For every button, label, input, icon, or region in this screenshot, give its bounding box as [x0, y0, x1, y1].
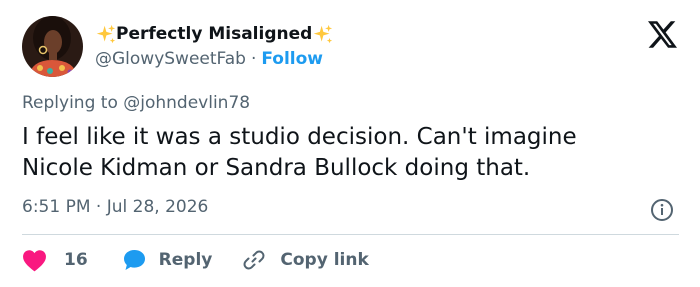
tweet-timestamp[interactable]: 6:51 PM · Jul 28, 2026: [22, 197, 208, 217]
author-display-name: Perfectly Misaligned: [116, 24, 313, 44]
author-name-row[interactable]: Perfectly Misaligned: [95, 22, 333, 46]
tweet-text: I feel like it was a studio decision. Ca…: [22, 122, 682, 184]
x-logo-icon[interactable]: [648, 21, 677, 48]
sparkles-icon: [314, 24, 333, 43]
author-handle-row: @GlowySweetFab · Follow: [95, 48, 323, 70]
copy-link-label: Copy link: [280, 250, 369, 270]
tweet-embed-card: Perfectly Misaligned @GlowySweetFab · Fo…: [0, 0, 700, 287]
speech-bubble-icon: [123, 250, 145, 270]
reply-label: Reply: [158, 250, 213, 270]
separator-dot: ·: [250, 49, 257, 69]
reply-button[interactable]: Reply: [122, 248, 213, 272]
tweet-text-line: Nicole Kidman or Sandra Bullock doing th…: [22, 155, 531, 181]
info-icon[interactable]: [650, 198, 674, 222]
tweet-text-line: I feel like it was a studio decision. Ca…: [22, 124, 577, 150]
divider: [22, 234, 679, 235]
author-handle[interactable]: @GlowySweetFab: [95, 49, 246, 69]
follow-button[interactable]: Follow: [261, 49, 323, 69]
link-icon: [243, 250, 265, 270]
heart-icon: [23, 249, 46, 271]
action-bar: 16 Reply Copy link: [22, 246, 369, 274]
like-count: 16: [64, 250, 88, 270]
avatar[interactable]: [22, 16, 83, 77]
copy-link-button[interactable]: Copy link: [242, 248, 369, 272]
like-button[interactable]: 16: [22, 249, 88, 272]
replying-to-text: Replying to @johndevlin78: [22, 93, 251, 113]
sparkles-icon: [96, 24, 116, 43]
